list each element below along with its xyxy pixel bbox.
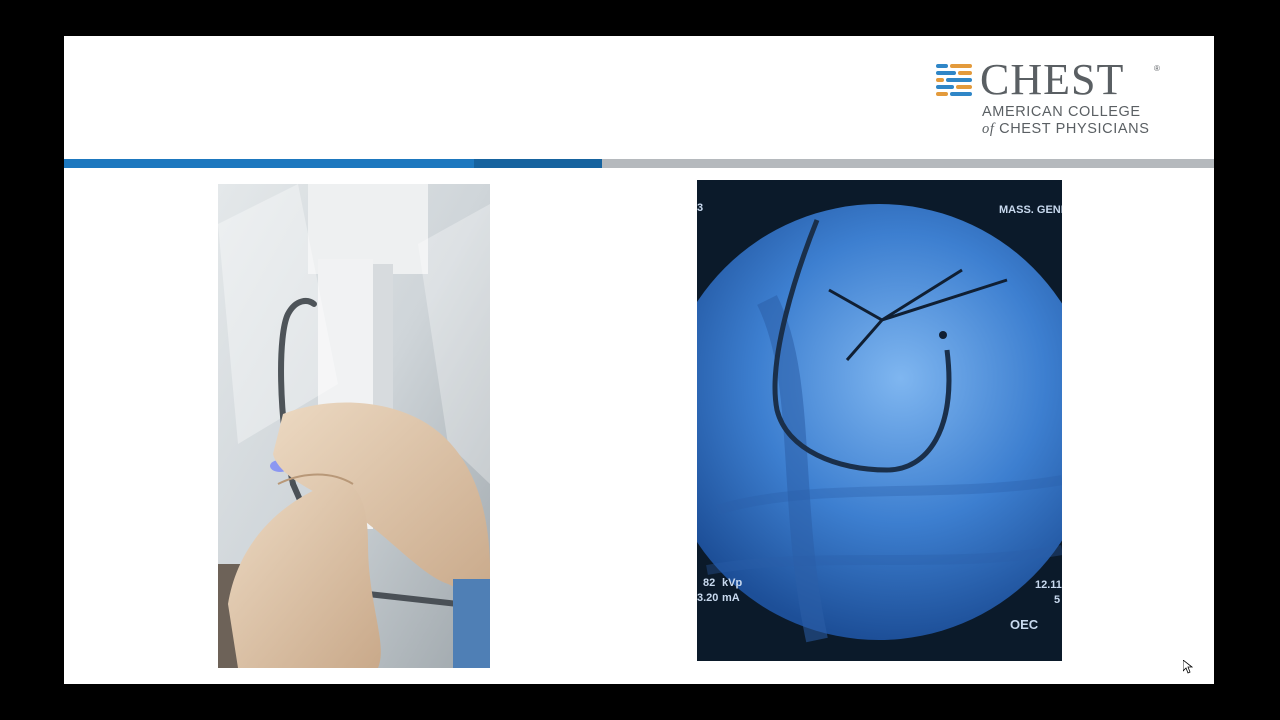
header-rule-blue	[64, 159, 474, 168]
logo-registered-mark: ®	[1154, 64, 1160, 73]
header-rule-dark-blue	[474, 159, 602, 168]
hands-catheter-illustration	[218, 184, 490, 668]
fluoro-ma-unit: mA	[722, 592, 740, 604]
fluoroscopy-illustration	[697, 180, 1062, 661]
fluoro-brand: OEC	[1010, 617, 1039, 632]
fluoro-kvp-value: 82	[703, 577, 716, 589]
photo-gloved-hands-catheter	[218, 184, 490, 668]
logo-subtitle-of: of	[982, 121, 995, 137]
fluoro-label-top-right: MASS. GENER	[999, 204, 1062, 216]
fluoro-ma-value: 3.20	[697, 592, 719, 604]
logo-subtitle-line1: AMERICAN COLLEGE	[982, 104, 1141, 120]
chest-logo: CHEST ® AMERICAN COLLEGE of CHEST PHYSIC…	[934, 55, 1174, 138]
logo-subtitle-text: CHEST PHYSICIANS	[999, 121, 1150, 137]
fluoro-kvp-unit: kVp	[722, 577, 743, 589]
logo-subtitle-line2: of CHEST PHYSICIANS	[982, 121, 1149, 138]
logo-wordmark: CHEST	[980, 55, 1125, 104]
fluoro-right-value-2: 5	[1054, 594, 1061, 606]
fluoro-right-value-1: 12.11	[1035, 579, 1062, 591]
fluoro-label-top-left: 3	[697, 202, 704, 214]
mouse-cursor-icon	[1183, 660, 1193, 674]
chest-logo-mark-icon	[936, 64, 972, 96]
slide: CHEST ® AMERICAN COLLEGE of CHEST PHYSIC…	[64, 36, 1214, 684]
header-rule-gray	[602, 159, 1214, 168]
slide-header: CHEST ® AMERICAN COLLEGE of CHEST PHYSIC…	[64, 36, 1214, 160]
photo-fluoroscopy: MASS. GENER 3 82 kVp 3.20 mA 12.11 5 OEC	[697, 180, 1062, 661]
